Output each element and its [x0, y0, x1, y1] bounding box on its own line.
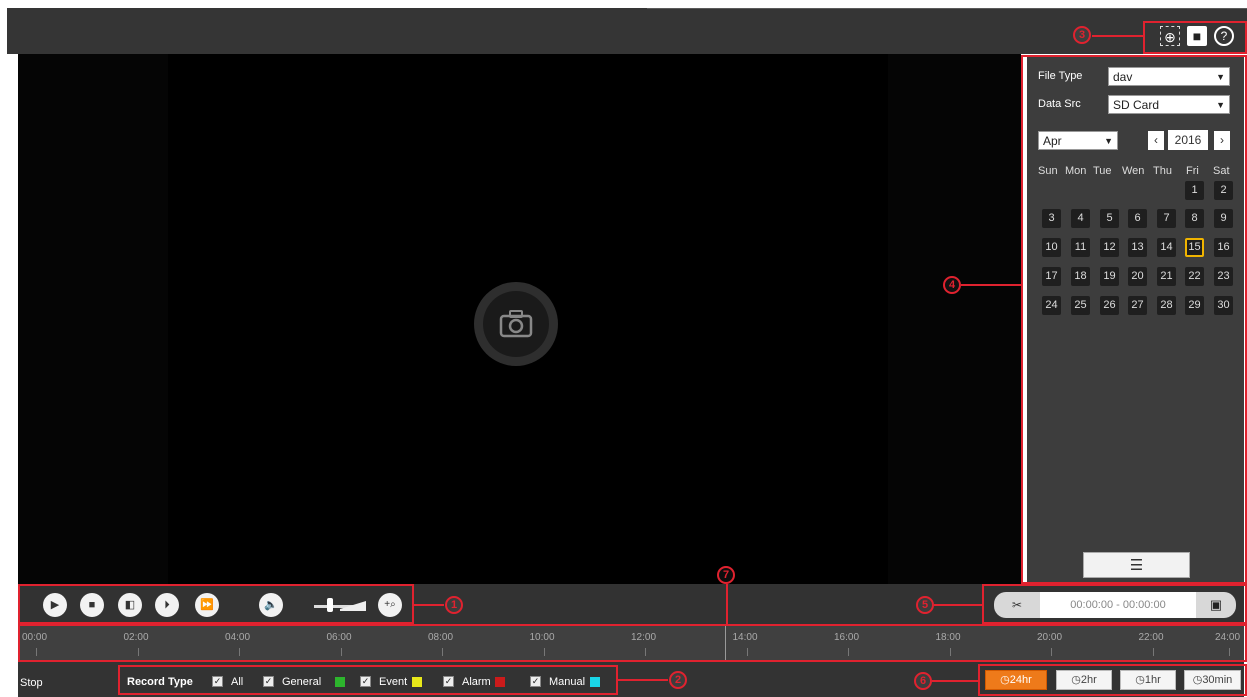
top-toolbar [7, 8, 1247, 54]
annotation-box-range [978, 664, 1247, 696]
toolbar-divider [647, 8, 1247, 9]
callout-2: 2 [669, 671, 687, 689]
annotation-line [1092, 35, 1143, 37]
annotation-line [414, 604, 444, 606]
annotation-line [726, 584, 728, 624]
callout-4: 4 [943, 276, 961, 294]
annotation-line [618, 679, 668, 681]
annotation-line [961, 284, 1021, 286]
annotation-box-calendar [1021, 55, 1247, 584]
annotation-box-clip [982, 584, 1247, 624]
callout-7: 7 [717, 566, 735, 584]
annotation-box-record-type [118, 665, 618, 695]
annotation-box-controls [18, 584, 414, 624]
callout-1: 1 [445, 596, 463, 614]
callout-6: 6 [914, 672, 932, 690]
annotation-line [934, 604, 982, 606]
annotation-box-timeline [18, 624, 1247, 662]
callout-3: 3 [1073, 26, 1091, 44]
camera-placeholder-icon [474, 282, 558, 366]
playback-status: Stop [20, 677, 43, 689]
annotation-box-toolbar [1143, 21, 1247, 54]
annotation-line [932, 680, 978, 682]
callout-5: 5 [916, 596, 934, 614]
